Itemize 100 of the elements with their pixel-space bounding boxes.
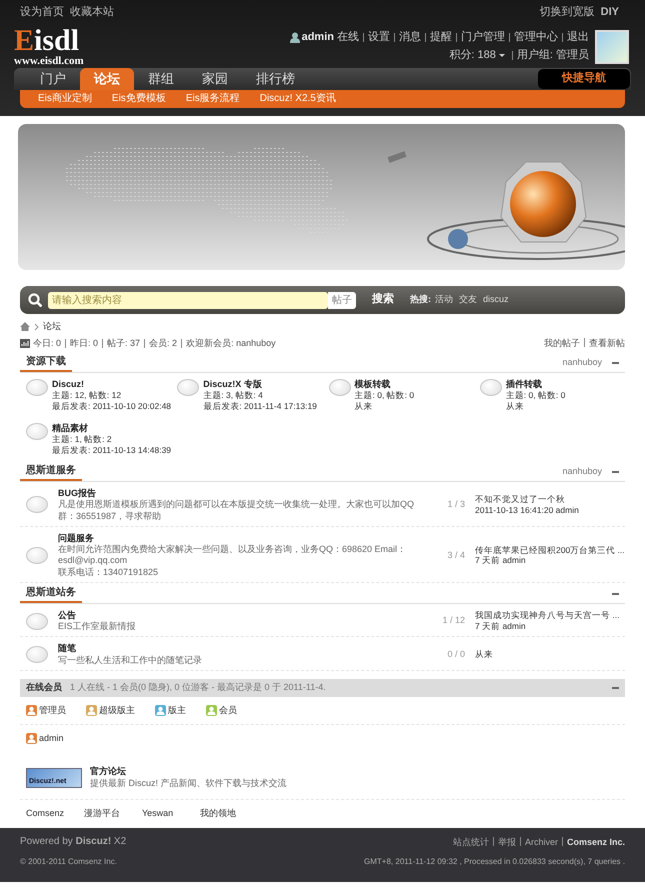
stat-text: 昨日: 0 <box>70 338 98 350</box>
chat-bubble-icon <box>177 379 200 396</box>
forum-name[interactable]: 问题服务 <box>58 532 415 544</box>
forum-last-post: 从来 <box>506 400 525 412</box>
hot-search-label: 热搜: <box>410 294 431 306</box>
top-link[interactable]: DIY <box>600 6 619 20</box>
nav-tab[interactable]: 门户 <box>26 68 80 90</box>
forum-counts: 主题: 12, 帖数: 12 <box>52 390 122 401</box>
footer-link[interactable]: Comsenz Inc. <box>566 836 625 848</box>
footer-link[interactable]: 举报 <box>498 836 516 848</box>
forum-counts: 主题: 0, 帖数: 0 <box>506 390 566 401</box>
forum-description: 凡是使用恩斯道模板所遇到的问题都可以在本版提交统一收集统一处理。大家也可以加QQ群：36551987，寻求帮助 <box>58 499 415 522</box>
forum-last-post: 从来 <box>354 400 374 412</box>
forum-description: 联系电话：13407191825 <box>58 566 160 578</box>
forum-counts: 主题: 1, 帖数: 2 <box>52 434 113 445</box>
partner-link[interactable]: Comsenz <box>26 808 84 819</box>
member-group-label: 会员 <box>219 704 237 716</box>
chat-bubble-icon <box>26 546 48 564</box>
quick-nav-button[interactable]: 快捷导航 <box>538 69 630 89</box>
forum-name[interactable]: Discuz!X 专版 <box>203 379 317 390</box>
footer-link[interactable]: 站点统计 <box>452 836 489 848</box>
top-link[interactable]: 收藏本站 <box>70 6 114 20</box>
server-info-text: GMT+8, 2011-11-12 09:32 , Processed in 0.026833 second(s), 7 queries . <box>364 856 625 866</box>
last-post-meta: 2011-10-13 16:41:20 admin <box>475 504 580 516</box>
nav-tab[interactable]: 排行榜 <box>242 68 309 90</box>
user-menu-link[interactable]: 管理中心 <box>514 30 558 44</box>
partner-description: 提供最新 Discuz! 产品新闻、软件下载与技术交流 <box>90 778 287 789</box>
user-icon <box>290 32 300 44</box>
moderator-link[interactable]: nanhuboy <box>562 357 602 369</box>
user-menu-link[interactable]: 提醒 <box>430 30 452 44</box>
nav-tab[interactable]: 群组 <box>134 68 188 90</box>
chat-bubble-icon <box>26 423 48 440</box>
member-group-label: 超级版主 <box>99 704 135 716</box>
partner-title[interactable]: 官方论坛 <box>90 766 287 778</box>
forum-last-post: 最后发表: 2011-10-13 14:48:39 <box>52 444 172 456</box>
user-menu-link[interactable]: 设置 <box>368 30 390 44</box>
top-link[interactable]: 切换到宽版 <box>540 6 595 20</box>
chat-bubble-icon <box>26 379 48 396</box>
forum-name[interactable]: 插件转载 <box>506 379 566 390</box>
stat-text: 今日: 0 <box>33 338 62 350</box>
chat-bubble-icon <box>26 496 48 514</box>
hot-search-link[interactable]: discuz <box>483 294 509 306</box>
forum-name[interactable]: 模板转载 <box>354 379 414 390</box>
online-status: 在线 <box>337 30 359 44</box>
forum-counts: 主题: 0, 帖数: 0 <box>354 390 414 401</box>
last-post-title[interactable]: 不知不觉又过了一个秋 <box>475 494 625 505</box>
online-summary: 1 人在线 - 1 会员(0 隐身), 0 位游客 - 最高记录是 0 于 2011-11-4. <box>70 682 326 694</box>
section-title[interactable]: 恩斯道站务 <box>20 584 82 603</box>
search-field[interactable]: 请输入搜索内容 <box>48 292 328 308</box>
collapse-icon[interactable] <box>612 686 619 689</box>
powered-by-text: Powered by Discuz! X2 <box>20 836 126 848</box>
footer-link[interactable]: Archiver <box>524 836 558 848</box>
moderator-link[interactable]: nanhuboy <box>562 466 602 478</box>
last-post-title[interactable]: 从来 <box>475 649 625 660</box>
site-logo[interactable]: Eisdl <box>14 26 84 54</box>
home-icon <box>20 322 30 331</box>
points-link[interactable]: 积分: 188 <box>449 48 496 62</box>
copyright-text: © 2001-2011 Comsenz Inc. <box>20 856 117 866</box>
avatar-image[interactable] <box>595 30 629 64</box>
member-link[interactable]: admin <box>39 733 64 744</box>
user-menu-link[interactable]: 门户管理 <box>461 30 505 44</box>
section-title[interactable]: 恩斯道服务 <box>20 462 82 481</box>
top-link[interactable]: 设为首页 <box>20 6 64 20</box>
user-group: 用户组: 管理员 <box>516 48 589 62</box>
chevron-icon <box>34 322 39 330</box>
user-menu-link[interactable]: 退出 <box>567 30 589 44</box>
partner-link[interactable]: Yeswan <box>142 808 200 819</box>
topic-post-count: 1 / 3 <box>446 499 466 510</box>
last-post-title[interactable]: 传年底苹果已经囤积200万台第三代 ... <box>475 544 625 556</box>
stat-text: 会员: 2 <box>149 338 178 350</box>
last-post-title[interactable]: 我国成功实现神舟八号与天宫一号 ... <box>475 610 625 621</box>
search-scope-dropdown[interactable]: 帖子 <box>328 292 356 308</box>
topic-post-count: 3 / 4 <box>446 550 466 561</box>
forum-name[interactable]: BUG报告 <box>58 488 415 500</box>
stat-link[interactable]: 我的帖子 <box>544 338 580 350</box>
user-menu-link[interactable]: 消息 <box>399 30 421 44</box>
chat-bubble-icon <box>480 379 502 396</box>
chat-bubble-icon <box>328 379 350 396</box>
stat-link[interactable]: 查看新帖 <box>589 338 625 350</box>
section-title[interactable]: 资源下载 <box>20 353 72 372</box>
partner-link[interactable]: 我的领地 <box>200 808 258 819</box>
stat-text: 帖子: 37 <box>107 338 140 350</box>
chat-bubble-icon <box>26 612 48 630</box>
hot-search-link[interactable]: 活动 <box>435 294 453 306</box>
nav-tab[interactable]: 家园 <box>188 68 242 90</box>
forum-name[interactable]: 公告 <box>58 610 415 621</box>
forum-name[interactable]: Discuz! <box>52 379 172 390</box>
search-button[interactable]: 搜索 <box>366 292 400 308</box>
last-post-meta: 7 天前 admin <box>475 555 527 566</box>
breadcrumb-link[interactable]: 论坛 <box>43 320 61 332</box>
forum-description: EIS工作室最新情报 <box>58 621 137 632</box>
collapse-icon[interactable] <box>612 592 619 595</box>
username-link[interactable]: admin <box>302 30 334 44</box>
forum-description: 在时间允许范围内免费给大家解决一些问题、以及业务咨询，业务QQ：698620 Email：esdl@vip.qq.com <box>58 544 408 566</box>
partner-link[interactable]: 漫游平台 <box>84 808 142 819</box>
topic-post-count: 1 / 12 <box>441 615 466 627</box>
online-title[interactable]: 在线会员 <box>26 682 62 694</box>
forum-name[interactable]: 精品素材 <box>52 423 172 434</box>
forum-name[interactable]: 随笔 <box>58 643 415 654</box>
hot-search-link[interactable]: 交友 <box>459 294 477 306</box>
